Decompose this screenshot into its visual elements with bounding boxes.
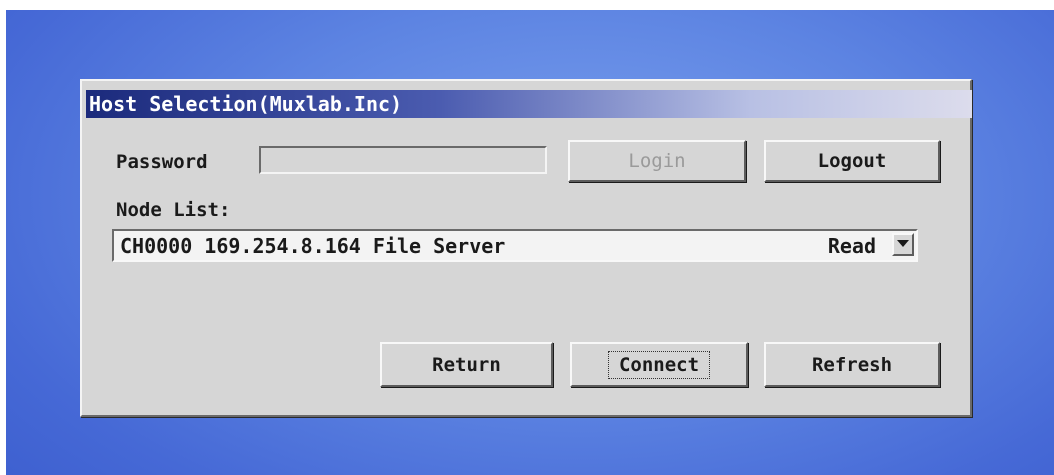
refresh-button[interactable]: Refresh: [764, 342, 940, 387]
return-button[interactable]: Return: [380, 342, 553, 387]
title-bar: Host Selection(Muxlab.Inc): [86, 90, 972, 118]
connect-button-label: Connect: [607, 350, 711, 379]
chevron-down-icon: [897, 240, 909, 247]
login-button[interactable]: Login: [568, 140, 746, 182]
password-input[interactable]: [259, 146, 547, 174]
logout-button[interactable]: Logout: [764, 140, 940, 182]
dropdown-button[interactable]: [892, 233, 914, 256]
password-label: Password: [116, 151, 208, 173]
node-list-selected-value: CH0000 169.254.8.164 File Server: [120, 234, 506, 258]
node-list-select[interactable]: CH0000 169.254.8.164 File Server Read: [112, 229, 918, 262]
node-list-label: Node List:: [116, 199, 231, 221]
node-status-value: Read: [827, 234, 876, 258]
window-title: Host Selection(Muxlab.Inc): [89, 92, 403, 116]
connect-button[interactable]: Connect: [570, 342, 748, 387]
